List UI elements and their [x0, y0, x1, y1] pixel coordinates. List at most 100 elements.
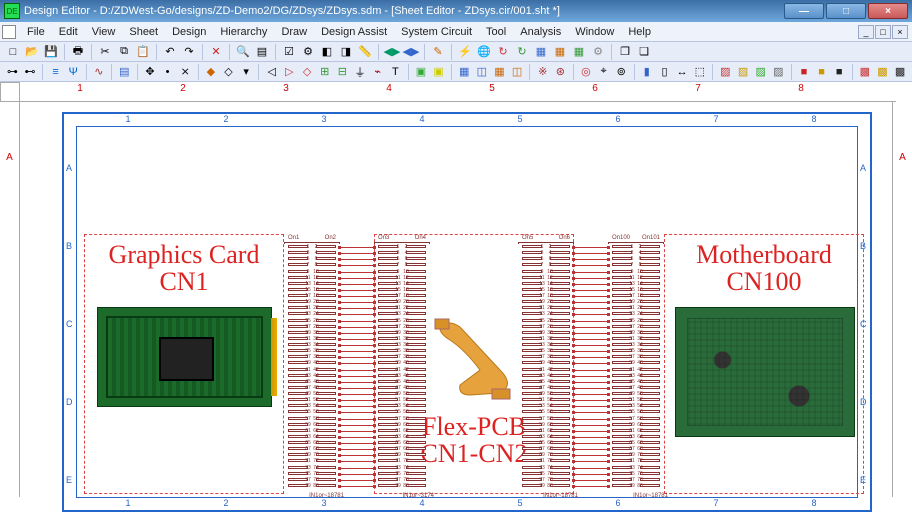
net-wire[interactable] — [574, 419, 608, 420]
net-wire[interactable] — [340, 461, 374, 462]
conn-a-icon[interactable]: ⊶ — [4, 63, 21, 81]
net-wire[interactable] — [574, 468, 608, 469]
junction-icon[interactable]: • — [159, 63, 176, 81]
net-wire[interactable] — [574, 296, 608, 297]
stop-a-icon[interactable]: ■ — [796, 63, 813, 81]
nav-b-icon[interactable]: ◀▶ — [402, 43, 420, 61]
mdi-minimize-button[interactable]: _ — [858, 25, 874, 39]
conn-b-icon[interactable]: ⊷ — [22, 63, 39, 81]
net-wire[interactable] — [340, 394, 374, 395]
net-wire[interactable] — [574, 284, 608, 285]
net-wire[interactable] — [574, 480, 608, 481]
net-wire[interactable] — [574, 339, 608, 340]
net-wire[interactable] — [340, 480, 374, 481]
net-wire[interactable] — [340, 272, 374, 273]
vertical-ruler-right[interactable]: A — [892, 102, 912, 497]
block-motherboard[interactable]: Motherboard CN100 — [664, 234, 864, 494]
net-wire[interactable] — [574, 363, 608, 364]
new-icon[interactable]: □ — [4, 43, 22, 61]
port-a-icon[interactable]: ◁ — [263, 63, 280, 81]
net-wire[interactable] — [574, 449, 608, 450]
net-wire[interactable] — [574, 265, 608, 266]
win-a-icon[interactable]: ❐ — [616, 43, 634, 61]
menu-analysis[interactable]: Analysis — [513, 24, 568, 40]
net-wire[interactable] — [574, 351, 608, 352]
net-wire[interactable] — [574, 333, 608, 334]
menu-view[interactable]: View — [85, 24, 123, 40]
tool-b-icon[interactable]: ◨ — [337, 43, 355, 61]
net-wire[interactable] — [574, 394, 608, 395]
connector-cn1[interactable]: On1On2IN1or~1878112345678910111213141516… — [284, 244, 340, 489]
net-wire[interactable] — [574, 345, 608, 346]
net-wire[interactable] — [340, 468, 374, 469]
move-icon[interactable]: ✥ — [142, 63, 159, 81]
menu-design-assist[interactable]: Design Assist — [314, 24, 394, 40]
net-wire[interactable] — [574, 247, 608, 248]
align-icon[interactable]: ▤ — [116, 63, 133, 81]
text-icon[interactable]: T — [387, 63, 404, 81]
net-wire[interactable] — [340, 265, 374, 266]
net-wire[interactable] — [340, 278, 374, 279]
drc-a-icon[interactable]: ◎ — [578, 63, 595, 81]
net-wire[interactable] — [340, 345, 374, 346]
nav-a-icon[interactable]: ◀▶ — [383, 43, 401, 61]
part-a-icon[interactable]: ▮ — [638, 63, 655, 81]
noconn-icon[interactable]: ⨯ — [177, 63, 194, 81]
horizontal-ruler[interactable]: 12345678 — [20, 82, 896, 102]
net-wire[interactable] — [340, 296, 374, 297]
menu-system-circuit[interactable]: System Circuit — [394, 24, 479, 40]
net-wire[interactable] — [340, 253, 374, 254]
menu-hierarchy[interactable]: Hierarchy — [213, 24, 274, 40]
copy-icon[interactable]: ⧉ — [115, 43, 133, 61]
net-wire[interactable] — [574, 437, 608, 438]
net-wire[interactable] — [340, 357, 374, 358]
menu-file[interactable]: File — [20, 24, 52, 40]
menu-edit[interactable]: Edit — [52, 24, 85, 40]
net-wire[interactable] — [574, 357, 608, 358]
hatch-d-icon[interactable]: ▨ — [770, 63, 787, 81]
net-wire[interactable] — [574, 406, 608, 407]
sheet-b-icon[interactable]: ▦ — [551, 43, 569, 61]
mdi-close-button[interactable]: × — [892, 25, 908, 39]
sim-b-icon[interactable]: ⊛ — [552, 63, 569, 81]
port-b-icon[interactable]: ▷ — [281, 63, 298, 81]
dim-icon[interactable]: ↔ — [674, 63, 691, 81]
minimize-button[interactable]: — — [784, 3, 824, 19]
hier-b-icon[interactable]: ◫ — [473, 63, 490, 81]
ruler-icon[interactable]: 📏 — [356, 43, 374, 61]
hier-d-icon[interactable]: ◫ — [509, 63, 526, 81]
net-wire[interactable] — [574, 314, 608, 315]
net-wire[interactable] — [340, 247, 374, 248]
net-wire[interactable] — [340, 449, 374, 450]
wire-icon[interactable]: ∿ — [90, 63, 107, 81]
sync-b-icon[interactable]: ↻ — [513, 43, 531, 61]
hatch-g-icon[interactable]: ▩ — [892, 63, 909, 81]
erc-a-icon[interactable]: ◆ — [203, 63, 220, 81]
redo-icon[interactable]: ↷ — [180, 43, 198, 61]
hatch-a-icon[interactable]: ▨ — [717, 63, 734, 81]
net-wire[interactable] — [574, 290, 608, 291]
sheet-c-icon[interactable]: ▦ — [570, 43, 588, 61]
options-icon[interactable]: ⚙ — [299, 43, 317, 61]
hier-c-icon[interactable]: ▦ — [491, 63, 508, 81]
net-wire[interactable] — [340, 370, 374, 371]
net-wire[interactable] — [574, 278, 608, 279]
net-wire[interactable] — [574, 443, 608, 444]
net-wire[interactable] — [574, 253, 608, 254]
net-wire[interactable] — [340, 431, 374, 432]
menu-sheet[interactable]: Sheet — [122, 24, 165, 40]
sheet-a-icon[interactable]: ▦ — [532, 43, 550, 61]
net-wire[interactable] — [574, 455, 608, 456]
filter-icon[interactable]: ▤ — [253, 43, 271, 61]
arrow-dn-icon[interactable]: ▾ — [238, 63, 255, 81]
connector-cn2-right[interactable]: On5On6IN1or~1878112345678910111213141516… — [518, 244, 574, 489]
connector-cn2-left[interactable]: On3On4IN1or~3174123456789101112131415161… — [374, 244, 430, 489]
layer-b-icon[interactable]: ▣ — [430, 63, 447, 81]
net-wire[interactable] — [340, 400, 374, 401]
port-c-icon[interactable]: ◇ — [299, 63, 316, 81]
erc-b-icon[interactable]: ◇ — [220, 63, 237, 81]
bolt-icon[interactable]: ⚡ — [456, 43, 474, 61]
net-wire[interactable] — [340, 290, 374, 291]
vertical-ruler-left[interactable]: A — [0, 102, 20, 497]
check-icon[interactable]: ☑ — [280, 43, 298, 61]
